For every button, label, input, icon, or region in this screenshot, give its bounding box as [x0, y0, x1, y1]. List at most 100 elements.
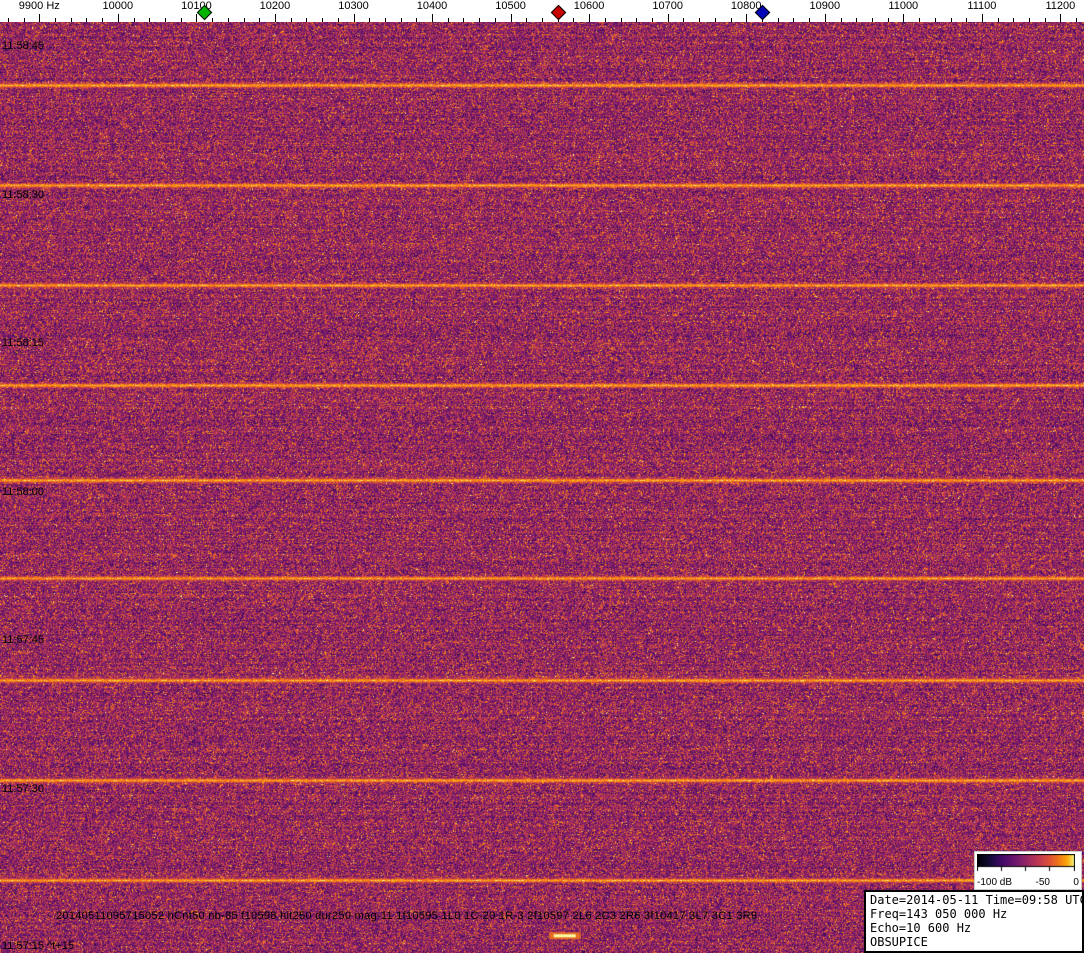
major-tick [589, 14, 591, 22]
major-tick [903, 14, 905, 22]
red-diamond-marker[interactable] [550, 4, 566, 21]
minor-tick [447, 18, 449, 22]
freq-tick-label: 10300 [338, 0, 369, 12]
time-tick-label: 11:58:30 [2, 189, 45, 201]
minor-tick [1044, 18, 1046, 22]
legend-label-max: 0 [1073, 877, 1079, 888]
minor-tick [1076, 18, 1078, 22]
minor-tick [133, 18, 135, 22]
minor-tick [416, 18, 418, 22]
freq-tick-label: 10900 [809, 0, 841, 12]
minor-tick [1013, 18, 1015, 22]
minor-tick [683, 18, 685, 22]
minor-tick [23, 18, 25, 22]
major-tick [117, 14, 119, 22]
minor-tick [212, 18, 214, 22]
minor-tick [856, 18, 858, 22]
minor-tick [70, 18, 72, 22]
minor-tick [699, 18, 701, 22]
minor-tick [966, 18, 968, 22]
minor-tick [227, 18, 229, 22]
minor-tick [86, 18, 88, 22]
major-tick [824, 14, 826, 22]
freq-tick-label: 11200 [1045, 0, 1076, 12]
freq-tick-label: 10200 [259, 0, 291, 12]
freq-tick-label: 10000 [102, 0, 134, 12]
time-tick-label: 11:58:45 [2, 40, 45, 52]
minor-tick [55, 18, 56, 22]
time-tick-label: 11:58:00 [2, 486, 45, 498]
major-tick [353, 14, 355, 22]
time-tick-label: 11:58:15 [2, 337, 45, 349]
major-tick [667, 14, 669, 22]
minor-tick [180, 18, 182, 22]
minor-tick [290, 18, 292, 22]
major-tick [510, 14, 512, 22]
minor-tick [479, 18, 481, 22]
minor-tick [526, 18, 528, 22]
colormap-gradient-bar [977, 854, 1075, 872]
db-color-scale-legend: -100 dB -50 0 [974, 851, 1082, 890]
minor-tick [809, 18, 811, 22]
minor-tick [400, 18, 402, 22]
minor-tick [165, 18, 166, 22]
minor-tick [463, 18, 465, 22]
minor-tick [777, 18, 779, 22]
minor-tick [542, 18, 543, 22]
observation-info-box: Date=2014-05-11 Time=09:58 UTC Freq=143 … [864, 890, 1084, 953]
info-date-time: Date=2014-05-11 Time=09:58 UTC [870, 893, 1084, 907]
major-tick [432, 14, 433, 22]
minor-tick [243, 18, 245, 22]
detection-status-line: 20140511095715052 hCnt50 nb-85 f10598 hi… [56, 910, 758, 922]
legend-label-mid: -50 [1035, 877, 1050, 888]
legend-labels-row: -100 dB -50 0 [977, 877, 1079, 888]
major-tick [274, 14, 276, 22]
minor-tick [149, 18, 151, 22]
minor-tick [620, 18, 622, 22]
minor-tick [384, 18, 386, 22]
time-tick-label: 11:57:45 [2, 634, 45, 646]
minor-tick [714, 18, 716, 22]
minor-tick [793, 18, 795, 22]
waterfall-area: 11:58:45 11:58:30 11:58:15 11:58:00 11:57:45… [0, 22, 1084, 953]
minor-tick [604, 18, 606, 22]
major-tick [981, 14, 983, 22]
minor-tick [730, 18, 732, 22]
minor-tick [306, 18, 308, 22]
minor-tick [369, 18, 371, 22]
minor-tick [934, 18, 936, 22]
spectrogram-window: 9900 Hz 10000 10100 10200 10300 10400 10500 106… [0, 0, 1084, 953]
minor-tick [7, 18, 9, 22]
major-tick [746, 14, 748, 22]
minor-tick [950, 18, 952, 22]
minor-tick [337, 18, 339, 22]
freq-tick-label: 9900 Hz [18, 0, 60, 12]
freq-tick-label: 11000 [888, 0, 919, 12]
minor-tick [259, 18, 261, 22]
time-tick-label: 11:57:30 [2, 783, 45, 795]
bottom-time-value: 11:57:15 [2, 940, 45, 952]
major-tick [196, 14, 198, 22]
spectrogram-canvas [0, 22, 1084, 953]
bottom-time-annotation: ^t+15 [47, 940, 74, 952]
minor-tick [1029, 18, 1030, 22]
freq-tick-label: 10500 [495, 0, 526, 12]
minor-tick [322, 18, 324, 22]
minor-tick [919, 18, 920, 22]
major-tick [39, 14, 41, 22]
minor-tick [840, 18, 842, 22]
info-echo: Echo=10 600 Hz [870, 921, 972, 935]
info-frequency: Freq=143 050 000 Hz [870, 907, 1008, 921]
minor-tick [636, 18, 638, 22]
legend-label-min: -100 dB [977, 877, 1013, 888]
freq-tick-label: 10400 [416, 0, 448, 12]
minor-tick [573, 18, 575, 22]
major-tick [1060, 14, 1062, 22]
minor-tick [997, 18, 999, 22]
freq-tick-label: 11100 [967, 0, 997, 12]
bottom-time-label: 11:57:15 ^t+15 [2, 940, 74, 952]
frequency-scale: 9900 Hz 10000 10100 10200 10300 10400 10500 106… [0, 0, 1084, 22]
minor-tick [494, 18, 496, 22]
freq-tick-label: 10700 [652, 0, 683, 12]
freq-tick-label: 10600 [573, 0, 605, 12]
